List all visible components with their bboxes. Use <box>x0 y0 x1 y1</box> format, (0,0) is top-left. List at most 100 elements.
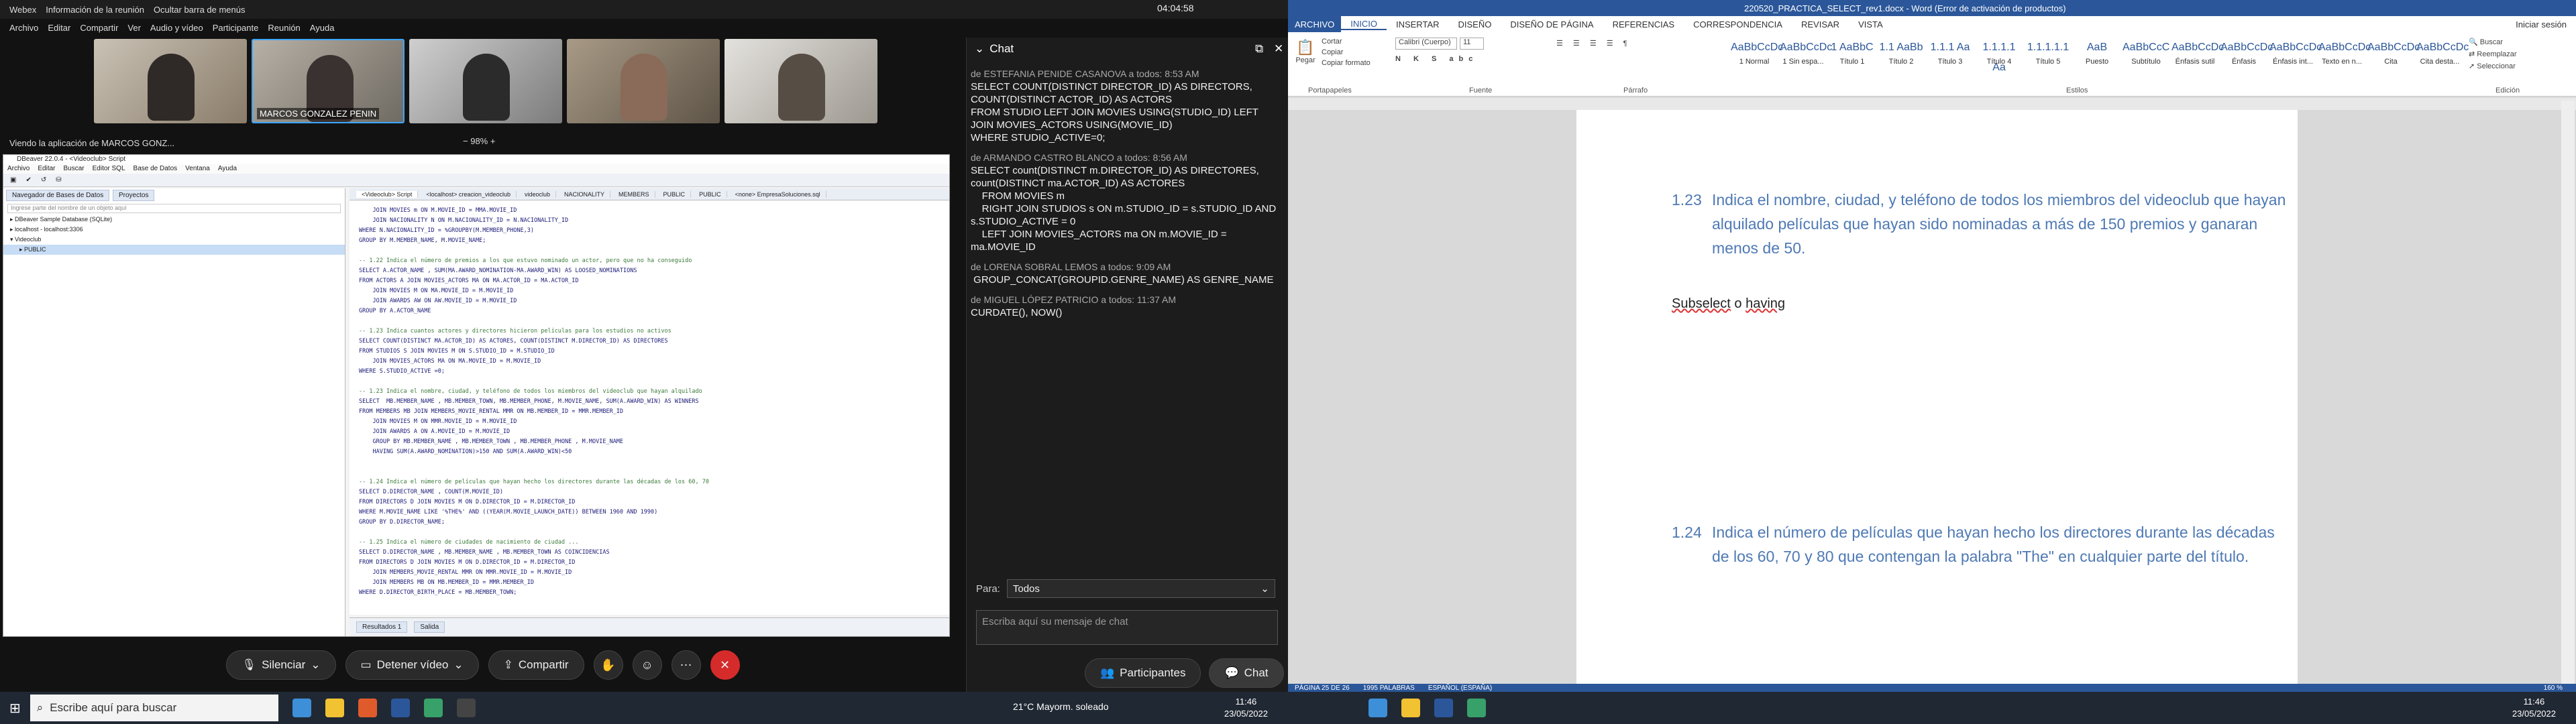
tab-diseno[interactable]: DISEÑO <box>1449 19 1501 29</box>
word-icon[interactable] <box>1434 699 1453 717</box>
chevron-down-icon[interactable]: ⌄ <box>975 42 984 56</box>
windows-start-icon[interactable]: ⊞ <box>9 700 21 717</box>
language[interactable]: ESPAÑOL (ESPAÑA) <box>1428 684 1492 692</box>
style-item[interactable]: 1.1.1.1.1 Título 5 <box>2025 38 2072 71</box>
tab-inicio[interactable]: INICIO <box>1341 19 1387 30</box>
paragraph-buttons[interactable]: ☰ ☰ ☰ ☰ ¶ <box>1556 39 1631 48</box>
menu-ver[interactable]: Ver <box>127 23 141 33</box>
file-explorer-icon[interactable] <box>325 699 344 717</box>
dbeaver-menu-item[interactable]: Editor SQL <box>93 164 125 174</box>
style-item[interactable]: AaB Puesto <box>2074 38 2121 71</box>
style-item[interactable]: AaBbCcDc 1 Normal <box>1731 38 1783 71</box>
tab-archivo[interactable]: ARCHIVO <box>1288 15 1342 33</box>
style-item[interactable]: AaBbCcDc Texto en n... <box>2318 38 2371 71</box>
font-name-select[interactable]: Calibri (Cuerpo) <box>1395 38 1457 50</box>
video-tile[interactable] <box>94 39 247 123</box>
menu-audio-video[interactable]: Audio y vídeo <box>150 23 203 33</box>
sql-icon[interactable]: ▣ <box>10 176 16 184</box>
editor-tab[interactable]: MEMBERS <box>613 190 655 198</box>
menu-ayuda[interactable]: Ayuda <box>310 23 335 33</box>
sign-in-link[interactable]: Iniciar sesión <box>2506 19 2576 29</box>
dbeaver-menu-item[interactable]: Archivo <box>7 164 30 174</box>
chevron-down-icon[interactable]: ⌄ <box>453 658 463 672</box>
video-tile[interactable]: MARCOS GONZALEZ PENIN <box>252 39 405 123</box>
replace-button[interactable]: ⇄ Reemplazar <box>2469 48 2517 60</box>
tree-item[interactable]: ▸ PUBLIC <box>3 245 345 255</box>
office-icon[interactable] <box>358 699 377 717</box>
font-format-buttons[interactable]: N K S abc <box>1395 55 1478 63</box>
share-button[interactable]: ⇪ Compartir <box>488 650 584 680</box>
editor-tab[interactable]: <localhost> creacion_videoclub <box>421 190 517 198</box>
tab-vista[interactable]: VISTA <box>1849 19 1892 29</box>
tree-item[interactable]: ▸ DBeaver Sample Database (SQLite) <box>3 215 345 225</box>
mute-button[interactable]: 🎙 Silenciar ⌄ <box>226 650 336 680</box>
style-item[interactable]: AaBbCcC Subtítulo <box>2123 38 2169 71</box>
tab-projects[interactable]: Proyectos <box>112 190 155 201</box>
dbeaver-menu-item[interactable]: Ventana <box>185 164 210 174</box>
zoom-level[interactable]: − 98% + <box>463 136 495 146</box>
menu-editar[interactable]: Editar <box>48 23 70 33</box>
chat-input[interactable]: Escriba aquí su mensaje de chat <box>976 610 1278 645</box>
style-item[interactable]: AaBbCcDc Énfasis sutil <box>2171 38 2224 71</box>
cut-button[interactable]: Cortar <box>1322 36 1371 47</box>
database-icon[interactable]: ⛁ <box>56 176 61 184</box>
dbeaver-menu-item[interactable]: Ayuda <box>218 164 237 174</box>
style-item[interactable]: 1.1 AaBb Título 2 <box>1878 38 1925 71</box>
edge-icon[interactable] <box>292 699 311 717</box>
edge-icon[interactable] <box>1368 699 1387 717</box>
document-page[interactable]: 1.23 Indica el nombre, ciudad, y teléfon… <box>1576 110 2298 684</box>
menu-archivo[interactable]: Archivo <box>9 23 38 33</box>
tab-diseno-pagina[interactable]: DISEÑO DE PÁGINA <box>1501 19 1603 29</box>
format-painter-button[interactable]: Copiar formato <box>1322 58 1371 68</box>
editor-tab[interactable]: NACIONALITY <box>559 190 611 198</box>
leave-meeting-button[interactable]: ✕ <box>710 650 740 680</box>
sql-editor[interactable]: <Videoclub> Script <localhost> creacion_… <box>350 188 949 615</box>
paste-button[interactable]: 📋 Pegar <box>1293 39 1318 64</box>
editor-tab[interactable]: <none> EmpresaSoluciones.sql <box>730 190 826 198</box>
clock-right[interactable]: 11:46 23/05/2022 <box>2512 696 2556 720</box>
zoom-percent[interactable]: 160 % <box>2544 684 2563 692</box>
editor-tab[interactable]: videoclub <box>519 190 557 198</box>
reactions-button[interactable]: ☺ <box>632 650 662 680</box>
vertical-scrollbar[interactable] <box>2561 101 2575 684</box>
style-item[interactable]: 1 AaBbC Título 1 <box>1829 38 1876 71</box>
popout-icon[interactable]: ⧉ <box>1255 42 1263 56</box>
webex-icon[interactable] <box>423 699 443 717</box>
video-tile[interactable] <box>567 39 720 123</box>
dbeaver-icon[interactable] <box>456 699 476 717</box>
tab-output[interactable]: Salida <box>414 621 445 633</box>
editor-tab[interactable]: <Videoclub> Script <box>356 190 419 198</box>
tab-navigator[interactable]: Navegador de Bases de Datos <box>6 190 110 201</box>
page-count[interactable]: PÁGINA 25 DE 26 <box>1295 684 1350 692</box>
style-item[interactable]: 1.1.1.1 Aa Título 4 <box>1976 38 2023 73</box>
word-count[interactable]: 1995 PALABRAS <box>1363 684 1415 692</box>
style-item[interactable]: 1.1.1 Aa Título 3 <box>1927 38 1974 71</box>
stop-video-button[interactable]: ▭ Detener vídeo ⌄ <box>345 650 479 680</box>
recipient-select[interactable]: Todos ⌄ <box>1006 579 1275 598</box>
style-item[interactable]: AaBbCcDc Cita <box>2367 38 2420 71</box>
tree-item[interactable]: ▾ Videoclub <box>3 235 345 245</box>
tab-insertar[interactable]: INSERTAR <box>1387 19 1449 29</box>
copy-button[interactable]: Copiar <box>1322 47 1371 58</box>
style-item[interactable]: AaBbCcDc Énfasis <box>2220 38 2273 71</box>
navigator-filter[interactable]: Ingrese parte del nombre de un objeto aq… <box>7 204 341 213</box>
zoom-in-icon[interactable]: + <box>490 136 496 146</box>
select-button[interactable]: ➚ Seleccionar <box>2469 60 2517 72</box>
menu-compartir[interactable]: Compartir <box>80 23 118 33</box>
tab-correspondencia[interactable]: CORRESPONDENCIA <box>1684 19 1792 29</box>
weather-widget[interactable]: 21°C Mayorm. soleado <box>1013 701 1109 712</box>
menu-reunion[interactable]: Reunión <box>268 23 300 33</box>
style-item[interactable]: AaBbCcDc Cita desta... <box>2416 38 2469 71</box>
menu-participante[interactable]: Participante <box>213 23 259 33</box>
participants-button[interactable]: 👥 Participantes <box>1085 658 1201 688</box>
chevron-down-icon[interactable]: ⌄ <box>311 658 320 672</box>
tab-results[interactable]: Resultados 1 <box>356 621 408 633</box>
meeting-info-button[interactable]: Información de la reunión <box>46 5 144 15</box>
find-button[interactable]: 🔍 Buscar <box>2469 36 2517 48</box>
taskbar-search[interactable]: ⌕ Escribe aquí para buscar <box>30 695 278 721</box>
style-item[interactable]: AaBbCcDc 1 Sin espa... <box>1780 38 1832 71</box>
editor-tab[interactable]: PUBLIC <box>658 190 692 198</box>
raise-hand-button[interactable]: ✋ <box>593 650 623 680</box>
editor-tab[interactable]: PUBLIC <box>694 190 727 198</box>
style-item[interactable]: AaBbCcDc Énfasis int... <box>2269 38 2322 71</box>
